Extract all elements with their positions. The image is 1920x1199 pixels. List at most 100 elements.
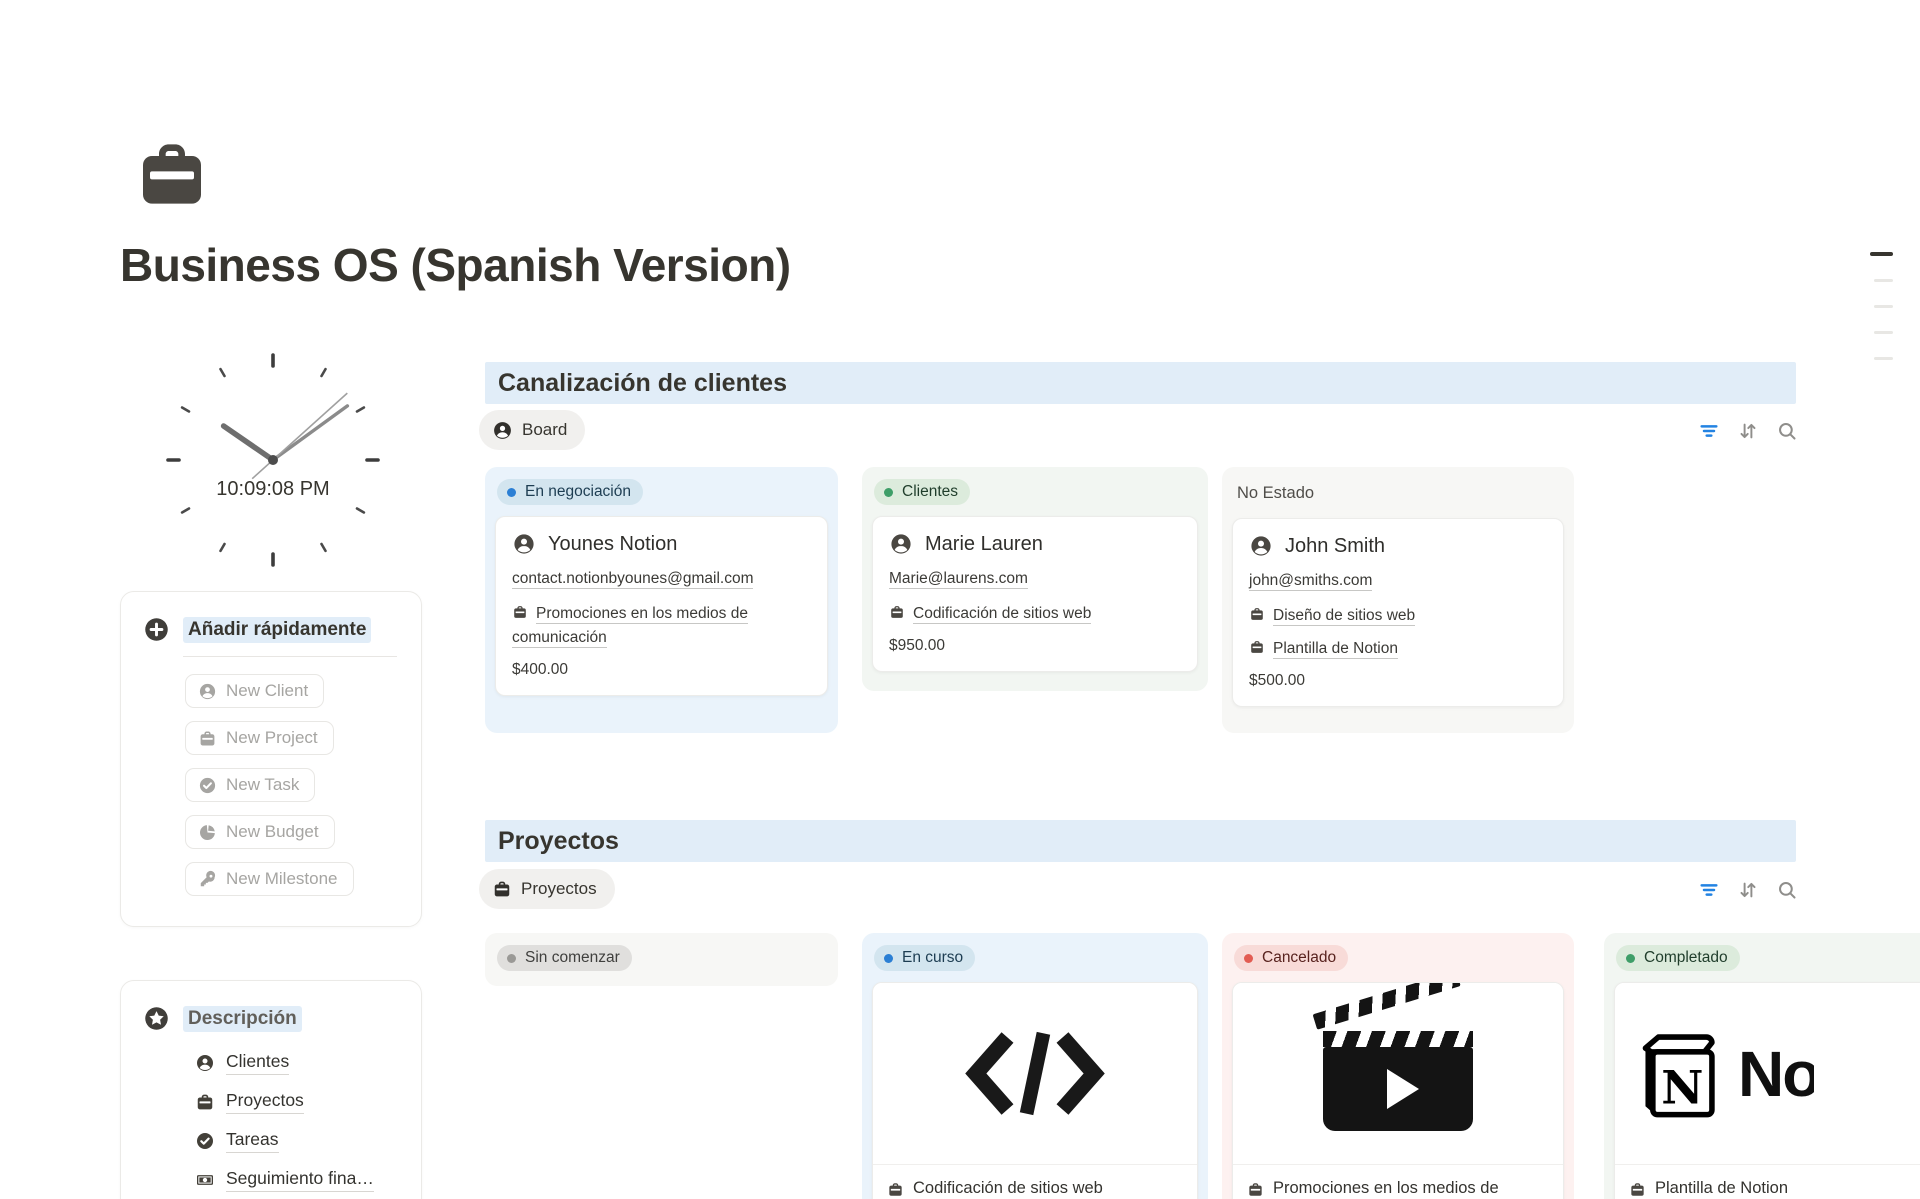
new-task-button[interactable]: New Task (185, 768, 315, 802)
client-card-marie-lauren[interactable]: Marie Lauren Marie@laurens.com Codificac… (872, 516, 1198, 672)
play-icon (1387, 1069, 1419, 1109)
outline-item[interactable] (1874, 279, 1893, 282)
hour-hand (224, 426, 273, 460)
new-project-button[interactable]: New Project (185, 721, 334, 755)
key-icon (198, 870, 217, 889)
page-outline-indicator[interactable] (1870, 252, 1893, 360)
client-email-link[interactable]: john@smiths.com (1249, 572, 1372, 591)
client-name: Marie Lauren (925, 533, 1043, 556)
project-title: Promociones en los medios de (1273, 1179, 1499, 1199)
project-relation-link[interactable]: Diseño de sitios web (1249, 604, 1547, 628)
tab-board-view[interactable]: Board (479, 410, 585, 450)
button-label: New Milestone (226, 869, 338, 889)
notion-wordmark: No (1738, 1037, 1814, 1111)
status-badge: Sin comenzar (497, 945, 632, 971)
project-card-plantilla-notion[interactable]: N No Plantilla de Notion (1614, 982, 1920, 1199)
search-icon[interactable] (1776, 420, 1798, 442)
outline-item[interactable] (1874, 357, 1893, 360)
project-relation-link[interactable]: Plantilla de Notion (1249, 637, 1547, 661)
project-card-codificacion[interactable]: Codificación de sitios web (872, 982, 1198, 1199)
status-label: Clientes (902, 483, 958, 501)
description-panel: Descripción Clientes Proyectos (120, 980, 422, 1199)
client-card-john-smith[interactable]: John Smith john@smiths.com Diseño de sit… (1232, 518, 1564, 707)
briefcase-icon (1629, 1181, 1646, 1198)
kanban-column-en-curso: En curso Codificación de sitios web (862, 933, 1208, 1199)
briefcase-icon (512, 604, 528, 620)
banknote-icon (195, 1170, 215, 1190)
page-icon-briefcase-icon[interactable] (132, 134, 212, 214)
card-cover (1233, 983, 1563, 1165)
projects-toolbar (1698, 879, 1798, 901)
sort-icon[interactable] (1737, 879, 1759, 901)
new-milestone-button[interactable]: New Milestone (185, 862, 354, 896)
filter-icon[interactable] (1698, 879, 1720, 901)
client-name: John Smith (1285, 535, 1385, 558)
status-label: En curso (902, 949, 963, 967)
link-clientes[interactable]: Clientes (195, 1051, 289, 1075)
filter-icon[interactable] (1698, 420, 1720, 442)
status-badge: Cancelado (1234, 945, 1348, 971)
status-label-no-estado: No Estado (1237, 484, 1564, 503)
briefcase-icon (492, 879, 512, 899)
link-proyectos[interactable]: Proyectos (195, 1090, 304, 1114)
outline-item[interactable] (1874, 305, 1893, 308)
outline-item[interactable] (1874, 331, 1893, 334)
client-name: Younes Notion (548, 533, 677, 556)
pie-chart-icon (198, 823, 217, 842)
new-budget-button[interactable]: New Budget (185, 815, 335, 849)
tab-label: Board (522, 420, 567, 440)
status-badge: En curso (874, 945, 975, 971)
description-heading: Descripción (183, 1006, 302, 1032)
briefcase-icon (132, 134, 212, 214)
status-badge: En negociación (497, 479, 643, 505)
briefcase-icon (1249, 639, 1265, 655)
pipeline-toolbar (1698, 420, 1798, 442)
link-label: Seguimiento fina… (226, 1168, 374, 1192)
kanban-column-cancelado: Cancelado Promociones en los medios de (1222, 933, 1574, 1199)
status-label: Cancelado (1262, 949, 1336, 967)
client-email-link[interactable]: contact.notionbyounes@gmail.com (512, 570, 753, 589)
quick-add-panel: Añadir rápidamente New Client New Projec… (120, 591, 422, 927)
project-relation-link[interactable]: Promociones en los medios de comunicació… (512, 602, 811, 650)
project-card-promociones[interactable]: Promociones en los medios de (1232, 982, 1564, 1199)
card-cover: N No (1615, 983, 1920, 1165)
minute-hand (273, 406, 347, 460)
client-email-link[interactable]: Marie@laurens.com (889, 570, 1028, 589)
person-icon (492, 420, 513, 441)
project-relation-link[interactable]: Codificación de sitios web (889, 602, 1181, 626)
person-icon (1249, 534, 1273, 558)
search-icon[interactable] (1776, 879, 1798, 901)
link-seguimiento-financiero[interactable]: Seguimiento fina… (195, 1168, 374, 1192)
new-client-button[interactable]: New Client (185, 674, 324, 708)
kanban-column-clientes: Clientes Marie Lauren Marie@laurens.com … (862, 467, 1208, 691)
link-label: Clientes (226, 1051, 289, 1075)
button-label: New Budget (226, 822, 319, 842)
outline-item-active[interactable] (1870, 252, 1893, 256)
link-tareas[interactable]: Tareas (195, 1129, 279, 1153)
status-label: Completado (1644, 949, 1728, 967)
button-label: New Task (226, 775, 299, 795)
amount: $500.00 (1249, 672, 1547, 690)
page-title[interactable]: Business OS (Spanish Version) (120, 238, 791, 292)
divider (183, 656, 397, 657)
kanban-column-en-negociacion: En negociación Younes Notion contact.not… (485, 467, 838, 733)
briefcase-icon (1247, 1181, 1264, 1198)
section-title[interactable]: Canalización de clientes (498, 369, 787, 398)
project-title: Codificación de sitios web (913, 1179, 1103, 1199)
kanban-column-completado: Completado N No Plantilla de Notion (1604, 933, 1920, 1199)
section-header-client-pipeline: Canalización de clientes (485, 362, 1796, 404)
person-icon (889, 532, 913, 556)
analog-clock-widget: 10:09:08 PM (158, 345, 388, 580)
person-icon (195, 1053, 215, 1073)
card-cover (873, 983, 1197, 1165)
status-dot (884, 954, 893, 963)
kanban-column-sin-comenzar: Sin comenzar (485, 933, 838, 986)
section-title[interactable]: Proyectos (498, 827, 619, 856)
status-dot (1626, 954, 1635, 963)
briefcase-icon (889, 604, 905, 620)
second-hand (252, 393, 347, 479)
sort-icon[interactable] (1737, 420, 1759, 442)
tab-proyectos-view[interactable]: Proyectos (479, 869, 615, 909)
client-card-younes-notion[interactable]: Younes Notion contact.notionbyounes@gmai… (495, 516, 828, 696)
link-label: Proyectos (226, 1090, 304, 1114)
